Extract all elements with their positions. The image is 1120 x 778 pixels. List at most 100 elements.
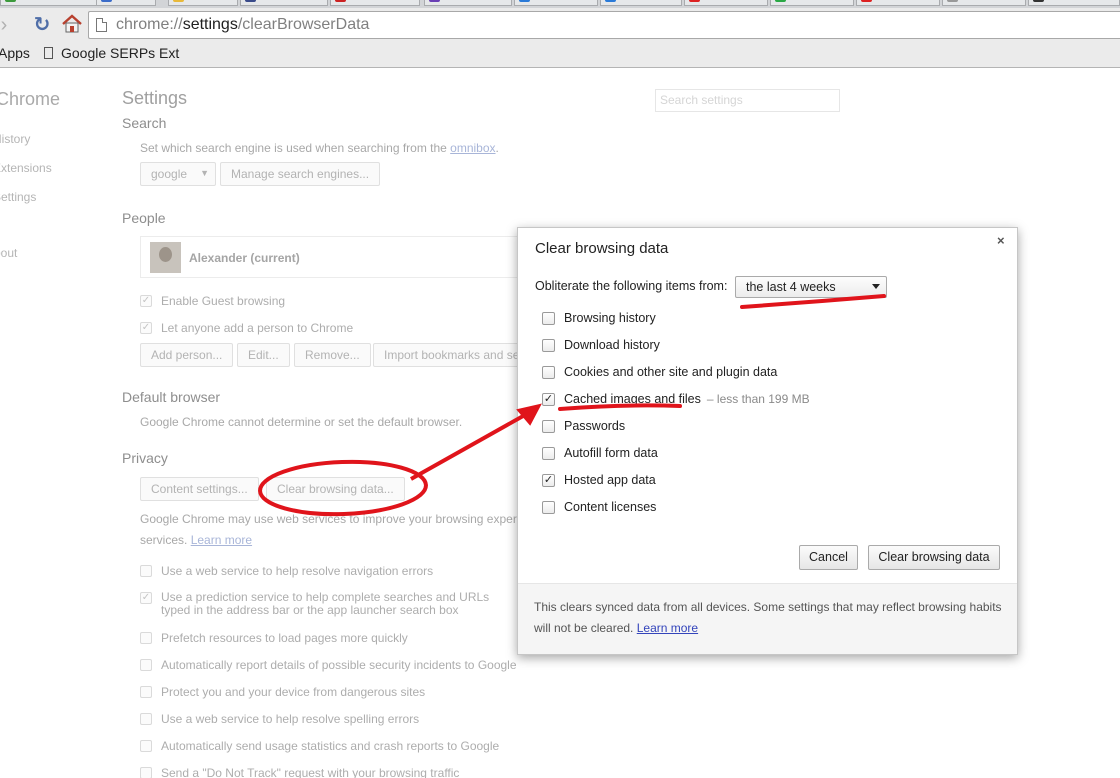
browser-tab[interactable] [168, 0, 238, 6]
reload-icon[interactable]: ↻ [30, 14, 54, 36]
content-settings-button[interactable]: Content settings... [140, 477, 259, 501]
privacy-option-label: Prefetch resources to load pages more qu… [161, 631, 408, 645]
tab-favicon-icon [605, 0, 616, 2]
cache-size-note: – less than 199 MB [706, 392, 810, 406]
option-label: Autofill form data [564, 446, 658, 460]
people-list[interactable]: Alexander (current) [140, 236, 530, 278]
cancel-button[interactable]: Cancel [799, 545, 858, 570]
manage-search-engines-button[interactable]: Manage search engines... [220, 162, 381, 186]
browser-tab[interactable] [770, 0, 854, 6]
tab-favicon-icon [947, 0, 958, 2]
chevron-down-icon [872, 284, 880, 289]
option-checkbox[interactable] [542, 501, 555, 514]
option-label: Content licenses [564, 500, 657, 514]
tab-favicon-icon [775, 0, 786, 2]
privacy-option-label: Use a web service to help resolve naviga… [161, 564, 434, 578]
browser-toolbar: › ↻ chrome://settings/clearBrowserData [0, 8, 1120, 42]
tab-favicon-icon [519, 0, 530, 2]
privacy-description-line2: services. Learn more [140, 533, 253, 547]
close-icon[interactable]: × [997, 233, 1005, 248]
tab-strip [0, 0, 1120, 8]
privacy-option-checkbox[interactable] [140, 767, 152, 778]
search-settings-input[interactable]: Search settings [655, 89, 840, 112]
browser-tab[interactable] [684, 0, 768, 6]
bookmark-item[interactable]: Google SERPs Ext [44, 45, 179, 61]
apps-shortcut[interactable]: Apps [0, 45, 30, 61]
option-label: Cached images and files – less than 199 M… [564, 392, 810, 406]
tab-favicon-icon [1033, 0, 1044, 2]
home-icon[interactable] [60, 14, 84, 36]
option-label: Cookies and other site and plugin data [564, 365, 778, 379]
footer-learn-more-link[interactable]: Learn more [637, 621, 698, 635]
option-checkbox[interactable]: ✓ [542, 474, 555, 487]
option-label: Hosted app data [564, 473, 656, 487]
sidebar-item-extensions[interactable]: Extensions [0, 161, 52, 175]
tab-favicon-icon [861, 0, 872, 2]
privacy-option-label: Use a prediction service to help complet… [161, 591, 490, 617]
browser-tab[interactable] [424, 0, 512, 6]
home-icon-graphic [62, 14, 82, 33]
option-checkbox[interactable] [542, 339, 555, 352]
browser-tab[interactable] [600, 0, 682, 6]
omnibox-link[interactable]: omnibox [450, 141, 495, 155]
browser-tab[interactable] [1028, 0, 1120, 6]
option-checkbox[interactable] [542, 447, 555, 460]
time-period-select[interactable]: the last 4 weeks [735, 276, 887, 298]
edit-person-button[interactable]: Edit... [237, 343, 290, 367]
guest-browsing-label: Enable Guest browsing [161, 294, 286, 308]
section-title-default-browser: Default browser [122, 389, 221, 405]
sidebar-item-about[interactable]: About [0, 246, 17, 260]
privacy-option-checkbox[interactable] [140, 713, 152, 725]
section-title-people: People [122, 210, 166, 226]
sidebar-item-history[interactable]: History [0, 132, 30, 146]
option-label: Passwords [564, 419, 626, 433]
forward-arrow-icon[interactable]: › [0, 14, 16, 36]
tab-favicon-icon [245, 0, 256, 2]
clear-browsing-data-dialog: Clear browsing data × Obliterate the fol… [517, 227, 1018, 655]
privacy-option-label: Protect you and your device from dangero… [161, 685, 426, 699]
tab-favicon-icon [689, 0, 700, 2]
tab-favicon-icon [335, 0, 346, 2]
browser-tab[interactable] [514, 0, 598, 6]
privacy-option-label: Automatically report details of possible… [161, 658, 517, 672]
privacy-option-label: Use a web service to help resolve spelli… [161, 712, 420, 726]
privacy-option-checkbox[interactable]: ✓ [140, 592, 152, 604]
browser-tab[interactable] [330, 0, 420, 6]
page-icon [44, 47, 53, 59]
privacy-learn-more-link[interactable]: Learn more [191, 533, 252, 547]
add-person-label: Let anyone add a person to Chrome [161, 321, 354, 335]
privacy-option-checkbox[interactable] [140, 740, 152, 752]
privacy-option-checkbox[interactable] [140, 686, 152, 698]
browser-tab[interactable] [240, 0, 328, 6]
bookmark-label: Google SERPs Ext [61, 45, 180, 61]
sidebar-item-settings[interactable]: Settings [0, 190, 36, 204]
search-engine-select[interactable]: google ▼ [140, 162, 216, 186]
chrome-brand: Chrome [0, 89, 61, 109]
chevron-down-icon: ▼ [200, 168, 209, 178]
guest-browsing-checkbox[interactable]: ✓ [140, 295, 152, 307]
tab-favicon-icon [5, 0, 16, 2]
clear-browsing-data-confirm-button[interactable]: Clear browsing data [868, 545, 1000, 570]
privacy-option-checkbox[interactable] [140, 632, 152, 644]
url-text[interactable]: chrome://settings/clearBrowserData [116, 16, 369, 34]
clear-browsing-data-button[interactable]: Clear browsing data... [266, 477, 405, 501]
address-bar[interactable]: chrome://settings/clearBrowserData [88, 11, 1120, 39]
default-browser-description: Google Chrome cannot determine or set th… [140, 415, 463, 429]
option-checkbox[interactable] [542, 420, 555, 433]
add-person-checkbox[interactable]: ✓ [140, 322, 152, 334]
tab-favicon-icon [173, 0, 184, 2]
browser-tab[interactable] [0, 0, 98, 6]
browser-tab[interactable] [856, 0, 940, 6]
time-period-value: the last 4 weeks [746, 280, 836, 294]
option-checkbox[interactable]: ✓ [542, 393, 555, 406]
section-title-search: Search [122, 115, 167, 131]
option-checkbox[interactable] [542, 312, 555, 325]
obliterate-label: Obliterate the following items from: [535, 279, 728, 293]
browser-tab[interactable] [942, 0, 1026, 6]
privacy-option-checkbox[interactable] [140, 565, 152, 577]
privacy-option-checkbox[interactable] [140, 659, 152, 671]
remove-person-button[interactable]: Remove... [294, 343, 371, 367]
option-checkbox[interactable] [542, 366, 555, 379]
browser-tab[interactable] [96, 0, 156, 6]
add-person-button[interactable]: Add person... [140, 343, 234, 367]
